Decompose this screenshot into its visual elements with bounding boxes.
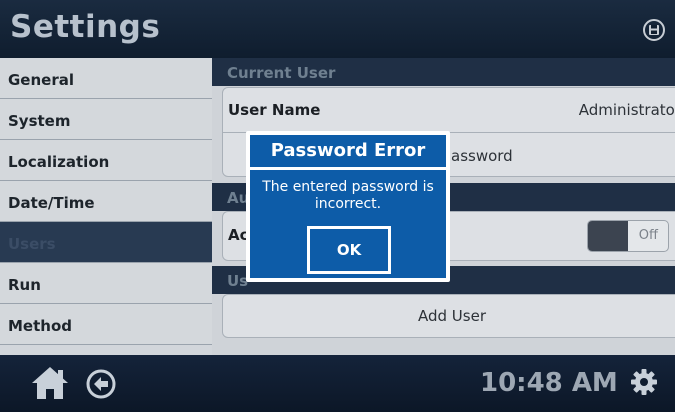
change-password-button[interactable]: assword	[451, 147, 513, 165]
header-bar: Settings	[0, 0, 675, 58]
save-icon-glyph	[649, 25, 659, 35]
sidebar-item-label: Users	[8, 235, 56, 253]
dialog-message: The entered password is incorrect.	[262, 179, 434, 212]
sidebar-item-localization[interactable]: Localization	[0, 140, 212, 181]
page-title: Settings	[10, 9, 161, 45]
sidebar-item-label: Method	[8, 317, 72, 335]
sidebar-item-label: System	[8, 112, 71, 130]
password-error-dialog: Password Error The entered password is i…	[246, 131, 450, 282]
sidebar-item-general[interactable]: General	[0, 58, 212, 99]
sidebar-item-label: Localization	[8, 153, 110, 171]
add-user-button[interactable]: Add User	[222, 294, 675, 338]
footer-bar: 10:48 AM	[0, 355, 675, 412]
sidebar-item-users[interactable]: Users	[0, 222, 212, 263]
authentication-toggle[interactable]: Off	[587, 220, 669, 252]
settings-sidebar: General System Localization Date/Time Us…	[0, 58, 212, 355]
home-icon[interactable]	[30, 365, 70, 401]
sidebar-item-date-time[interactable]: Date/Time	[0, 181, 212, 222]
toggle-state-text: Off	[638, 228, 658, 243]
sidebar-item-label: Date/Time	[8, 194, 95, 212]
user-name-label: User Name	[228, 101, 321, 119]
sidebar-item-system[interactable]: System	[0, 99, 212, 140]
sidebar-item-label: Run	[8, 276, 41, 294]
ok-button[interactable]: OK	[307, 226, 391, 274]
sidebar-item-method[interactable]: Method	[0, 304, 212, 345]
add-user-label: Add User	[418, 307, 486, 325]
user-name-value: Administrator	[578, 101, 675, 119]
clock-display: 10:48 AM	[480, 368, 618, 398]
sidebar-item-label: General	[8, 71, 74, 89]
back-icon[interactable]	[86, 369, 116, 399]
gear-icon[interactable]	[631, 369, 657, 395]
sidebar-item-run[interactable]: Run	[0, 263, 212, 304]
save-icon[interactable]	[643, 19, 665, 41]
dialog-title: Password Error	[250, 135, 446, 170]
toggle-knob	[588, 221, 628, 251]
section-header-current-user: Current User	[212, 58, 675, 86]
